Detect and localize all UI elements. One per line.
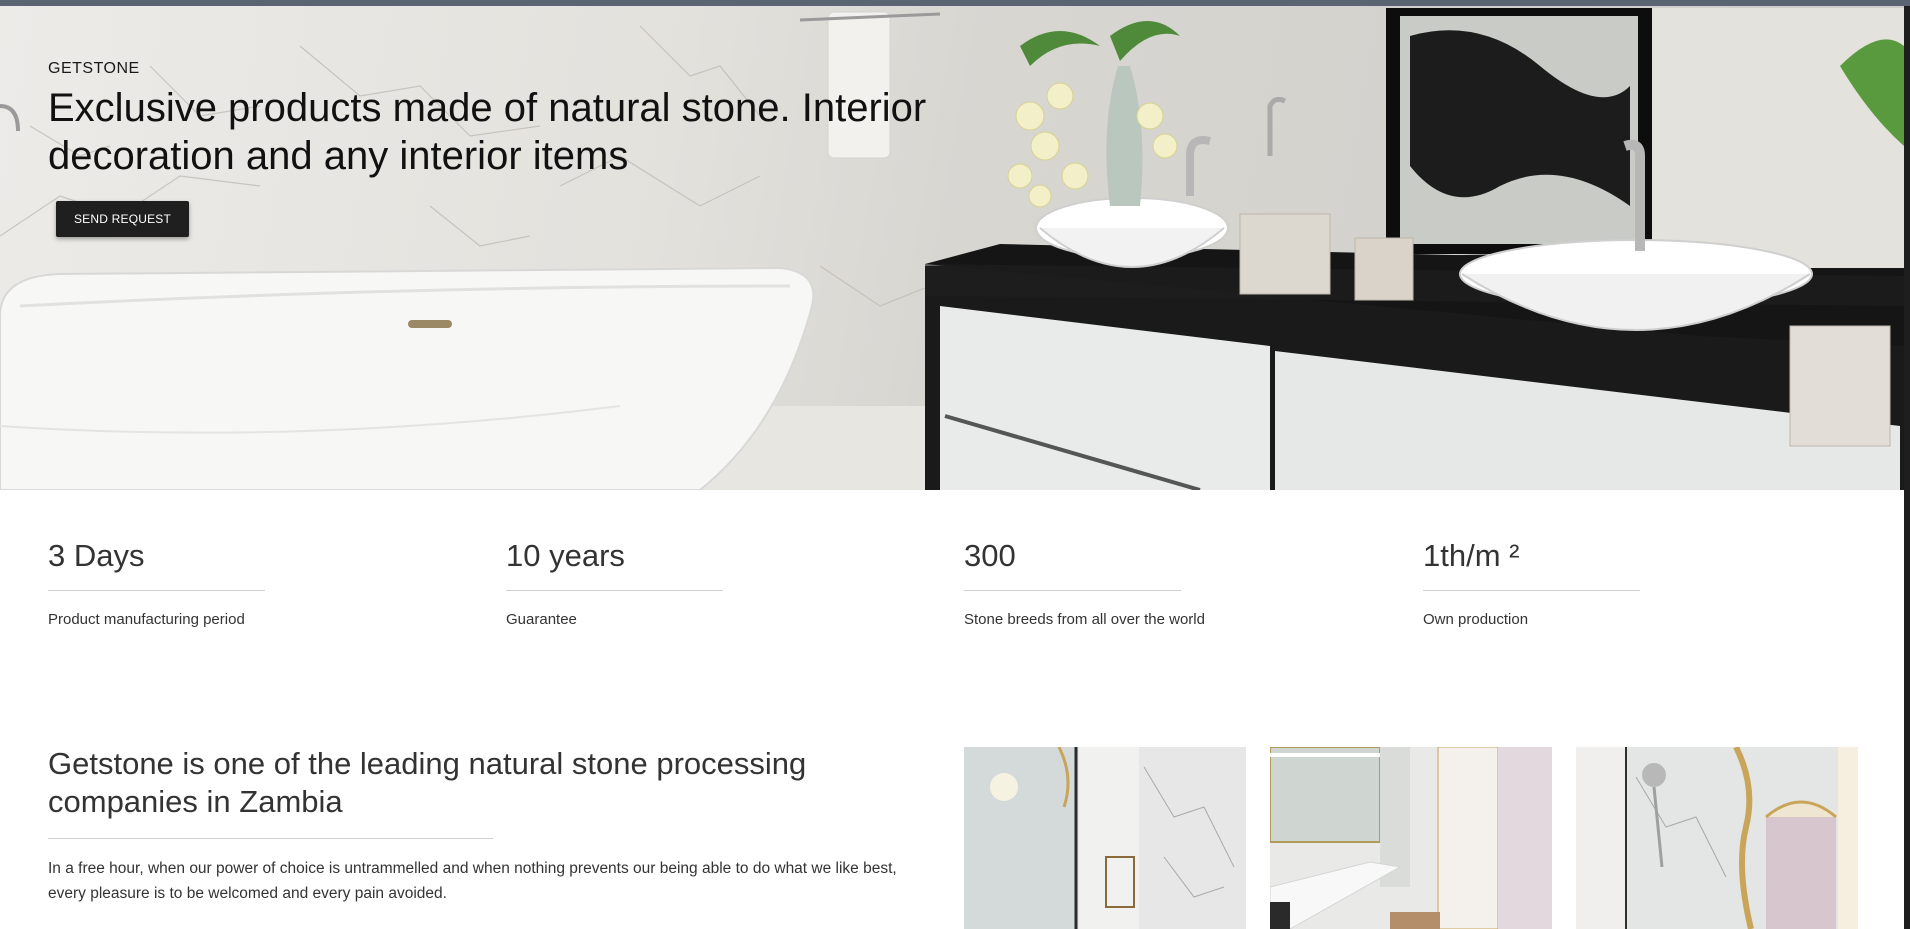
hero-text-block: GETSTONE Exclusive products made of natu… — [48, 60, 968, 180]
brand-name: GETSTONE — [48, 60, 140, 77]
stat-divider — [1423, 590, 1640, 591]
stat-value: 10 years — [506, 538, 625, 573]
about-section: Getstone is one of the leading natural s… — [48, 745, 928, 906]
stat-guarantee: 10 years Guarantee — [506, 536, 806, 628]
stat-own-production: 1th/m ² Own production — [1423, 536, 1723, 628]
stat-label: Own production — [1423, 611, 1529, 628]
stat-label: Guarantee — [506, 611, 577, 628]
bathroom-shower-gold-photo — [1576, 747, 1858, 929]
hero-banner: GETSTONE Exclusive products made of natu… — [0, 6, 1904, 490]
stat-stone-breeds: 300 Stone breeds from all over the world — [964, 536, 1264, 628]
hero-headline: Exclusive products made of natural stone… — [48, 86, 927, 178]
stat-divider — [506, 590, 723, 591]
gallery-thumb-2[interactable] — [1270, 747, 1552, 929]
stat-value: 1th/m ² — [1423, 538, 1520, 573]
about-text: In a free hour, when our power of choice… — [48, 860, 897, 902]
bathroom-shower-photo — [964, 747, 1246, 929]
scrollbar-gutter[interactable] — [1904, 6, 1910, 929]
stats-row: 3 Days Product manufacturing period 10 y… — [48, 536, 1860, 636]
about-divider — [48, 838, 493, 839]
stat-value: 300 — [964, 538, 1016, 573]
gallery-thumb-1[interactable] — [964, 747, 1246, 929]
bathroom-vanity-photo — [1270, 747, 1552, 929]
about-title: Getstone is one of the leading natural s… — [48, 746, 807, 819]
stat-divider — [964, 590, 1181, 591]
send-request-button[interactable]: SEND REQUEST — [56, 201, 189, 237]
stat-divider — [48, 590, 265, 591]
stat-label: Stone breeds from all over the world — [964, 611, 1205, 628]
stat-value: 3 Days — [48, 538, 145, 573]
stat-manufacturing-period: 3 Days Product manufacturing period — [48, 536, 348, 628]
stat-label: Product manufacturing period — [48, 611, 245, 628]
gallery-thumb-3[interactable] — [1576, 747, 1858, 929]
gallery — [964, 747, 1860, 929]
